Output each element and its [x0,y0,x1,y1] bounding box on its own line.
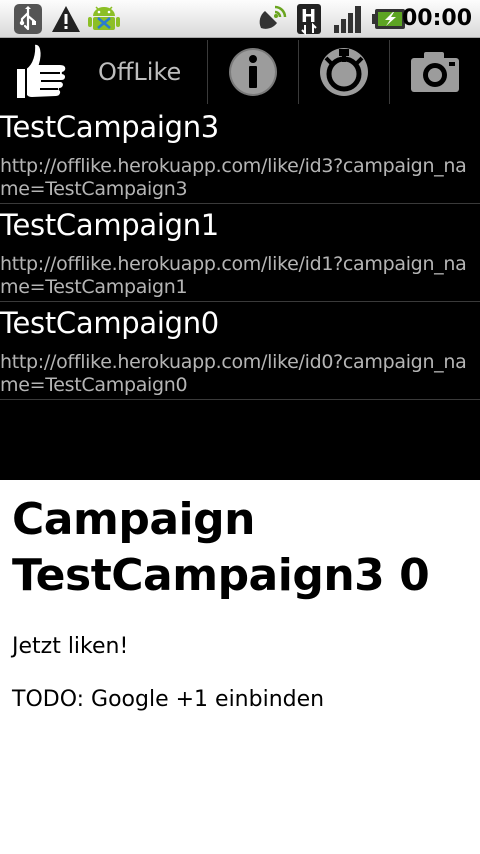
campaign-heading: Campaign TestCampaign3 0 [12,494,430,601]
campaign-url: http://offlike.herokuapp.com/like/id1?ca… [0,253,467,298]
camera-icon [411,52,459,92]
h-signal-icon: H [297,4,321,35]
campaign-name: TestCampaign3 [0,110,219,144]
signal-bars-icon [334,6,361,33]
campaign-url: http://offlike.herokuapp.com/like/id3?ca… [0,155,467,200]
usb-icon [14,4,42,34]
campaign-list-item[interactable]: TestCampaign3 http://offlike.herokuapp.c… [0,106,480,204]
android-debug-icon [88,6,120,30]
campaign-webview[interactable]: Campaign TestCampaign3 0 Jetzt liken! TO… [0,480,480,854]
campaign-url: http://offlike.herokuapp.com/like/id0?ca… [0,351,467,396]
like-prompt: Jetzt liken! [12,634,129,659]
camera-button[interactable] [390,38,480,106]
info-button[interactable] [208,38,298,106]
clock: 00:00 [401,6,472,31]
campaign-name: TestCampaign0 [0,306,219,340]
campaign-list-item[interactable]: TestCampaign1 http://offlike.herokuapp.c… [0,204,480,302]
svg-text:H: H [301,6,316,27]
app-title: OffLike [98,58,182,86]
timer-button[interactable] [299,38,389,106]
campaign-name: TestCampaign1 [0,208,219,242]
info-icon [229,48,277,96]
todo-text: TODO: Google +1 einbinden [12,687,325,712]
warning-icon [52,6,80,32]
campaign-list-item[interactable]: TestCampaign0 http://offlike.herokuapp.c… [0,302,480,400]
gps-icon [259,5,287,29]
status-bar: H 00:00 [0,0,480,38]
action-bar: OffLike [0,38,480,106]
campaign-list: TestCampaign3 http://offlike.herokuapp.c… [0,106,480,480]
timer-icon [320,48,368,96]
thumbs-up-icon[interactable] [12,40,74,104]
